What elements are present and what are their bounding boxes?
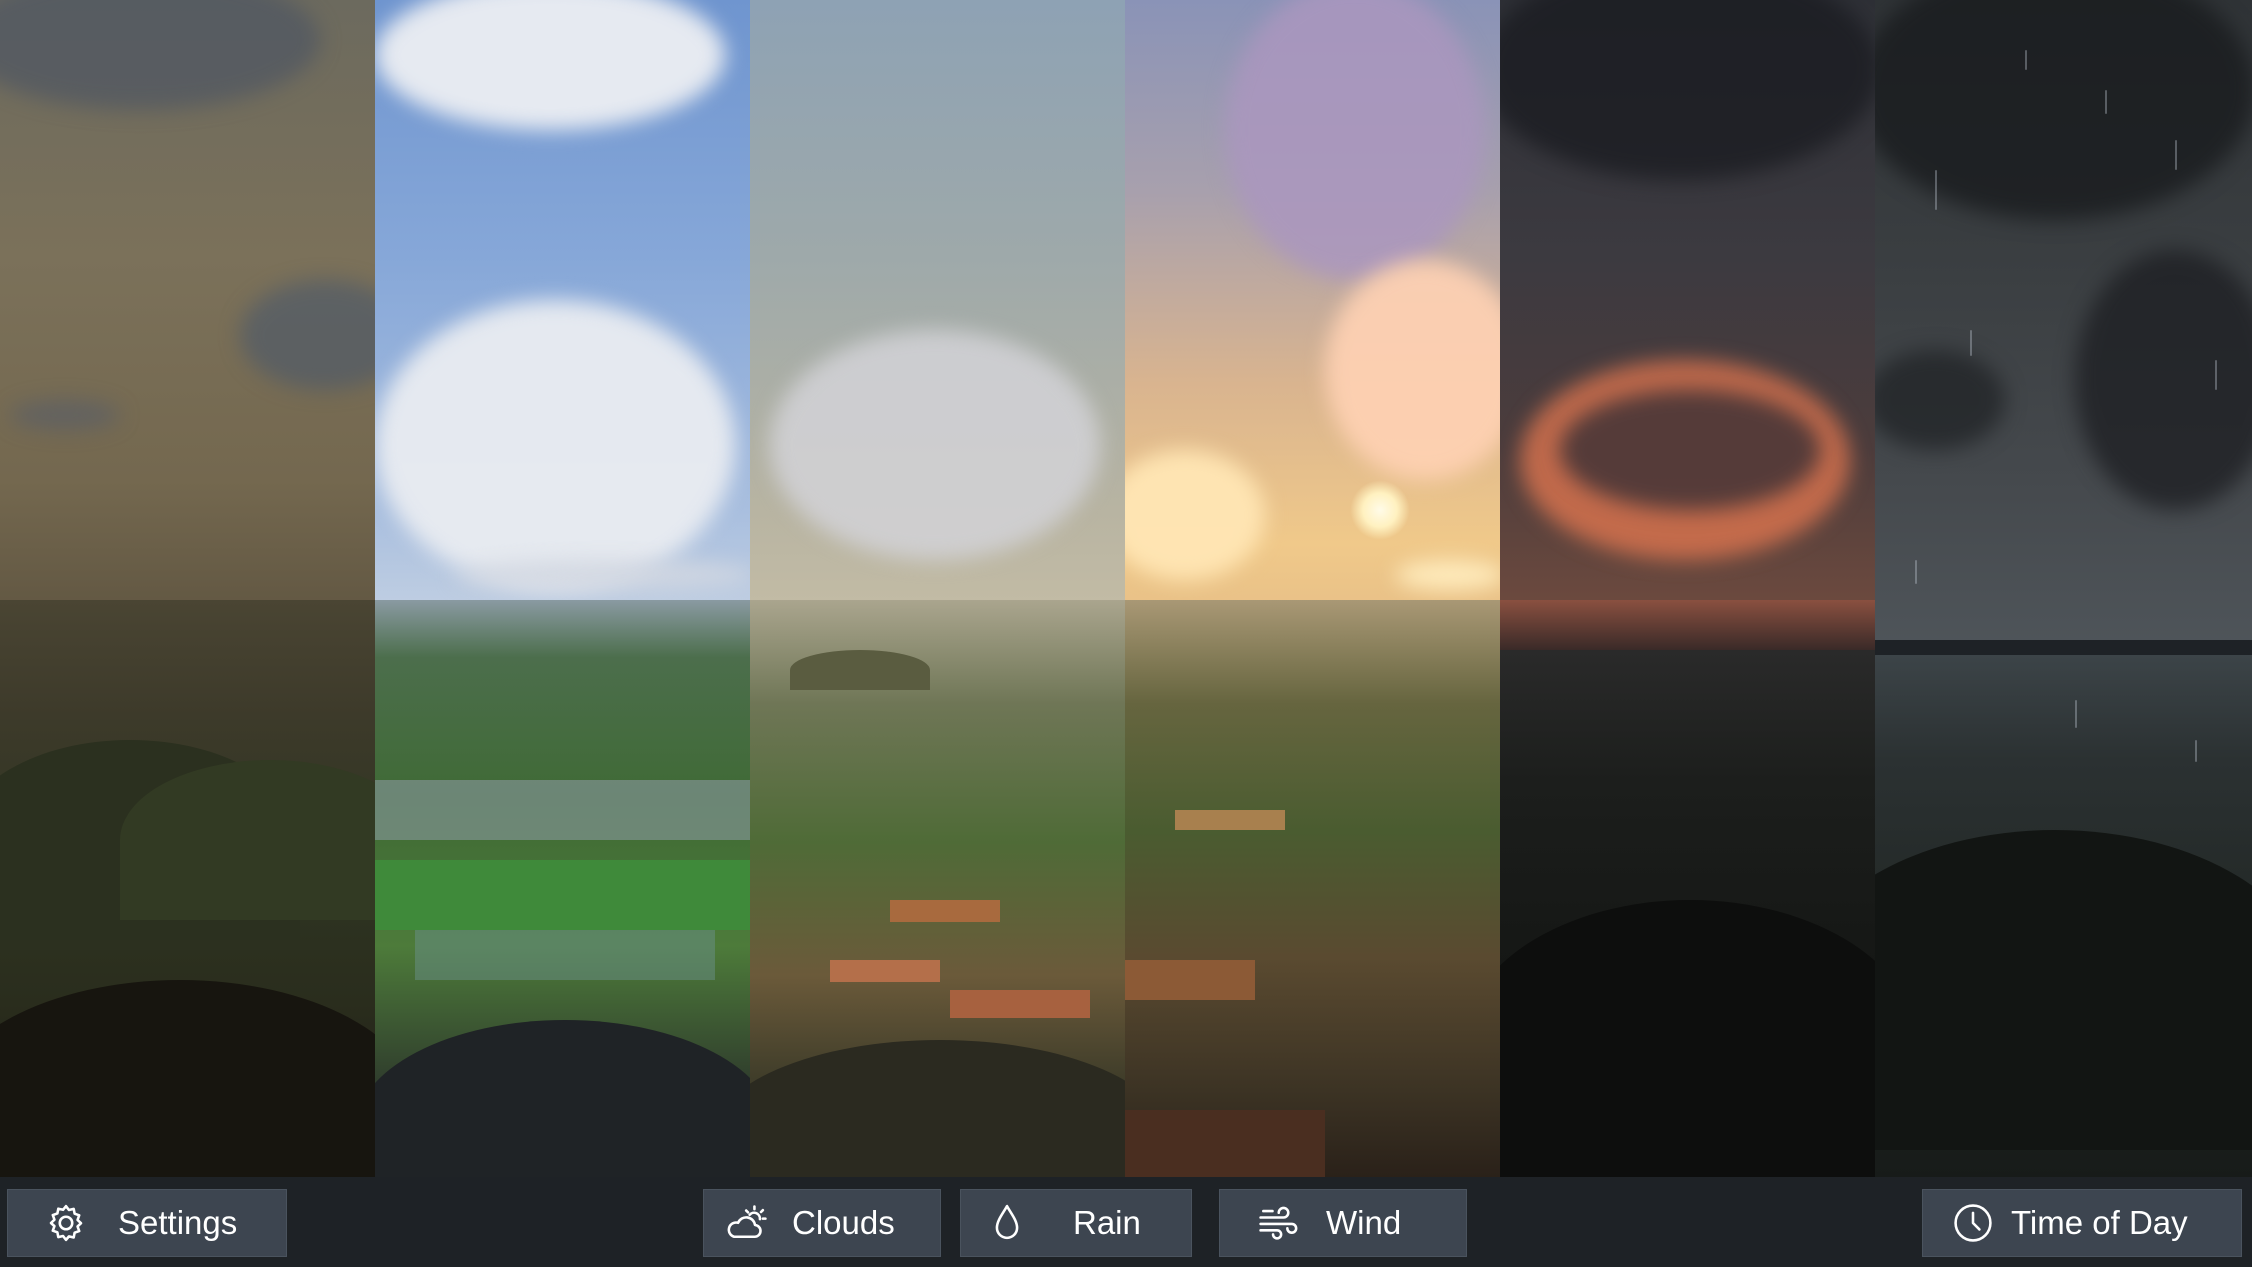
town xyxy=(415,930,715,980)
hill xyxy=(1875,830,2252,1150)
rain-streak xyxy=(2215,360,2217,390)
field xyxy=(1125,1110,1325,1177)
field xyxy=(1175,810,1285,830)
bottom-toolbar: Settings Clouds Rain Wind Time of Day xyxy=(0,1177,2252,1267)
rain-button[interactable]: Rain xyxy=(960,1189,1192,1257)
gear-icon xyxy=(44,1201,88,1245)
wind-icon xyxy=(1256,1201,1300,1245)
hill xyxy=(790,650,930,690)
cloud xyxy=(1395,560,1500,590)
weather-strip-night-rain xyxy=(1875,0,2252,1177)
cloud xyxy=(375,300,735,590)
hill xyxy=(0,980,375,1177)
rain-label: Rain xyxy=(1073,1204,1141,1241)
landscape-sunset xyxy=(1125,600,1500,1177)
cloud xyxy=(455,560,750,590)
time-of-day-label: Time of Day xyxy=(2011,1204,2188,1241)
horizon-glow xyxy=(1500,600,1875,650)
weather-strip-clear xyxy=(375,0,750,1177)
rain-streak xyxy=(2195,740,2197,762)
weather-strip-hazy xyxy=(0,0,375,1177)
rain-streak xyxy=(1915,560,1917,584)
field xyxy=(375,860,750,930)
wind-label: Wind xyxy=(1326,1204,1402,1241)
clock-icon xyxy=(1951,1201,1995,1245)
settings-label: Settings xyxy=(118,1204,238,1241)
wind-button[interactable]: Wind xyxy=(1219,1189,1467,1257)
weather-strip-sunset xyxy=(1125,0,1500,1177)
field xyxy=(830,960,940,982)
cloud xyxy=(770,330,1100,560)
weather-strip-pale-haze xyxy=(750,0,1125,1177)
field xyxy=(950,990,1090,1018)
weather-viewport xyxy=(0,0,2252,1177)
rain-streak xyxy=(1935,170,1937,210)
hill xyxy=(1500,900,1875,1177)
cloud xyxy=(1560,390,1820,510)
settings-button[interactable]: Settings xyxy=(7,1189,287,1257)
sun xyxy=(1350,480,1410,540)
cloud xyxy=(10,400,120,430)
cloud-sun-icon xyxy=(724,1201,768,1245)
town xyxy=(375,780,750,840)
rain-streak xyxy=(2075,700,2077,728)
hill xyxy=(750,1040,1125,1177)
droplet-icon xyxy=(985,1201,1029,1245)
rain-streak xyxy=(2025,50,2027,70)
rain-streak xyxy=(2105,90,2107,114)
clouds-label: Clouds xyxy=(792,1204,895,1241)
field xyxy=(1125,960,1255,1000)
rain-streak xyxy=(1970,330,1972,356)
field xyxy=(890,900,1000,922)
time-of-day-button[interactable]: Time of Day xyxy=(1922,1189,2242,1257)
weather-strip-dusk xyxy=(1500,0,1875,1177)
clouds-button[interactable]: Clouds xyxy=(703,1189,941,1257)
rain-streak xyxy=(2175,140,2177,170)
